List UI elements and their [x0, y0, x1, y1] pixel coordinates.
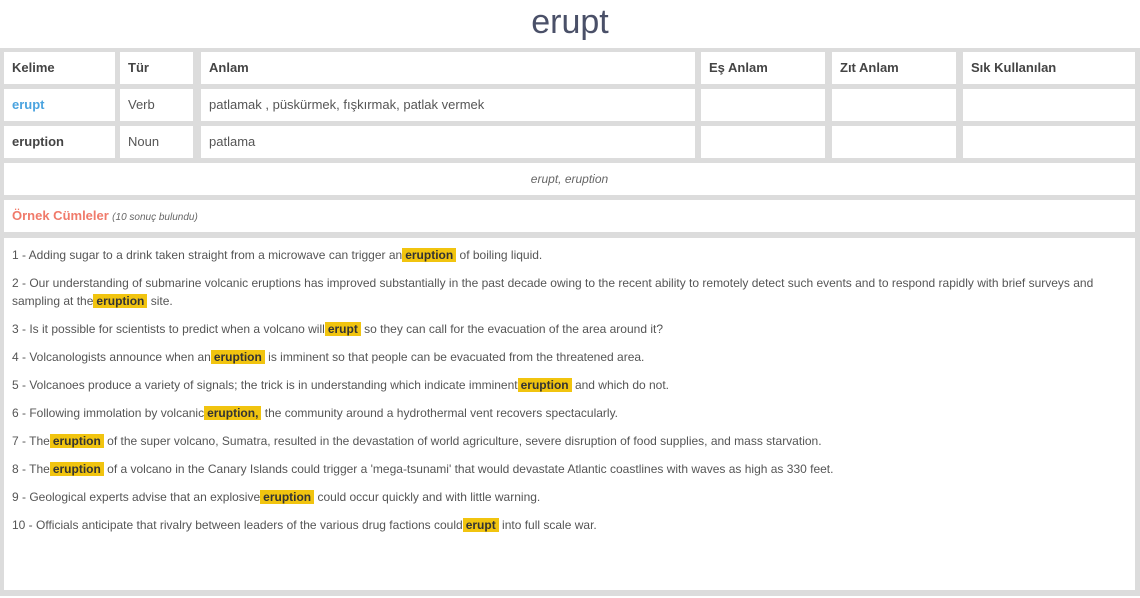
- sentence-text: site.: [147, 294, 173, 308]
- sentence-text: 1 - Adding sugar to a drink taken straig…: [12, 248, 403, 262]
- word-cell: eruption: [4, 126, 115, 158]
- example-sentence: 4 - Volcanologists announce when an erupt…: [12, 348, 1127, 366]
- sentence-text: could occur quickly and with little warn…: [314, 490, 541, 504]
- meaning-cell: patlamak , püskürmek, fışkırmak, patlak …: [201, 89, 695, 121]
- example-sentence: 3 - Is it possible for scientists to pre…: [12, 320, 1127, 338]
- sentence-text: of boiling liquid.: [456, 248, 543, 262]
- sentence-text: so they can call for the evacuation of t…: [360, 322, 664, 336]
- highlighted-word: eruption: [210, 350, 265, 364]
- page-title: erupt: [531, 3, 609, 41]
- type-cell: Noun: [120, 126, 193, 158]
- sentence-text: 3 - Is it possible for scientists to pre…: [12, 322, 325, 336]
- word-link[interactable]: erupt: [12, 97, 45, 112]
- synonym-cell: [701, 89, 825, 121]
- sentence-text: 6 - Following immolation by volcanic: [12, 406, 205, 420]
- highlighted-word: eruption: [49, 434, 104, 448]
- highlighted-word: eruption: [517, 378, 572, 392]
- sentence-text: is imminent so that people can be evacua…: [264, 350, 645, 364]
- highlighted-word: erupt: [462, 518, 499, 532]
- example-sentence: 5 - Volcanoes produce a variety of signa…: [12, 376, 1127, 394]
- sentence-text: and which do not.: [571, 378, 670, 392]
- sentence-text: 8 - The: [12, 462, 50, 476]
- highlighted-word: eruption: [49, 462, 104, 476]
- antonym-cell: [832, 89, 956, 121]
- example-sentence: 10 - Officials anticipate that rivalry b…: [12, 516, 1127, 534]
- highlighted-word: eruption: [260, 490, 315, 504]
- header-tur: Tür: [120, 52, 193, 84]
- highlighted-word: eruption: [402, 248, 457, 262]
- example-sentence: 9 - Geological experts advise that an ex…: [12, 488, 1127, 506]
- sentence-text: of the super volcano, Sumatra, resulted …: [103, 434, 822, 448]
- sentence-text: 2 - Our understanding of submarine volca…: [12, 276, 1094, 308]
- common-cell: [963, 126, 1135, 158]
- dictionary-panel: Kelime Tür Anlam Eş Anlam Zıt Anlam Sık …: [0, 48, 1140, 596]
- common-cell: [963, 89, 1135, 121]
- examples-label: Örnek Cümleler: [12, 208, 109, 223]
- type-cell: Verb: [120, 89, 193, 121]
- sentence-text: 5 - Volcanoes produce a variety of signa…: [12, 378, 518, 392]
- header-zit-anlam: Zıt Anlam: [832, 52, 956, 84]
- highlighted-word: erupt: [324, 322, 361, 336]
- header-anlam: Anlam: [201, 52, 695, 84]
- examples-count: (10 sonuç bulundu): [112, 212, 198, 223]
- related-words: erupt, eruption: [4, 163, 1135, 195]
- highlighted-word: eruption,: [204, 406, 262, 420]
- example-sentence: 8 - The eruption of a volcano in the Cana…: [12, 460, 1127, 478]
- example-sentence: 2 - Our understanding of submarine volca…: [12, 274, 1127, 310]
- sentence-text: 10 - Officials anticipate that rivalry b…: [12, 518, 463, 532]
- sentence-text: 4 - Volcanologists announce when an: [12, 350, 211, 364]
- sentence-text: the community around a hydrothermal vent…: [261, 406, 619, 420]
- header-sik-kullanilan: Sık Kullanılan: [963, 52, 1135, 84]
- sentence-text: of a volcano in the Canary Islands could…: [103, 462, 834, 476]
- word-text: eruption: [12, 134, 64, 149]
- example-sentence: 7 - The eruption of the super volcano, Su…: [12, 432, 1127, 450]
- example-sentence: 1 - Adding sugar to a drink taken straig…: [12, 246, 1127, 264]
- highlighted-word: eruption: [93, 294, 148, 308]
- word-cell: erupt: [4, 89, 115, 121]
- synonym-cell: [701, 126, 825, 158]
- example-sentence: 6 - Following immolation by volcanic erup…: [12, 404, 1127, 422]
- example-sentences-list: 1 - Adding sugar to a drink taken straig…: [4, 238, 1135, 590]
- header-es-anlam: Eş Anlam: [701, 52, 825, 84]
- sentence-text: into full scale war.: [498, 518, 597, 532]
- meaning-cell: patlama: [201, 126, 695, 158]
- antonym-cell: [832, 126, 956, 158]
- sentence-text: 9 - Geological experts advise that an ex…: [12, 490, 261, 504]
- examples-header: Örnek Cümleler (10 sonuç bulundu): [4, 200, 1135, 232]
- sentence-text: 7 - The: [12, 434, 50, 448]
- header-kelime: Kelime: [4, 52, 115, 84]
